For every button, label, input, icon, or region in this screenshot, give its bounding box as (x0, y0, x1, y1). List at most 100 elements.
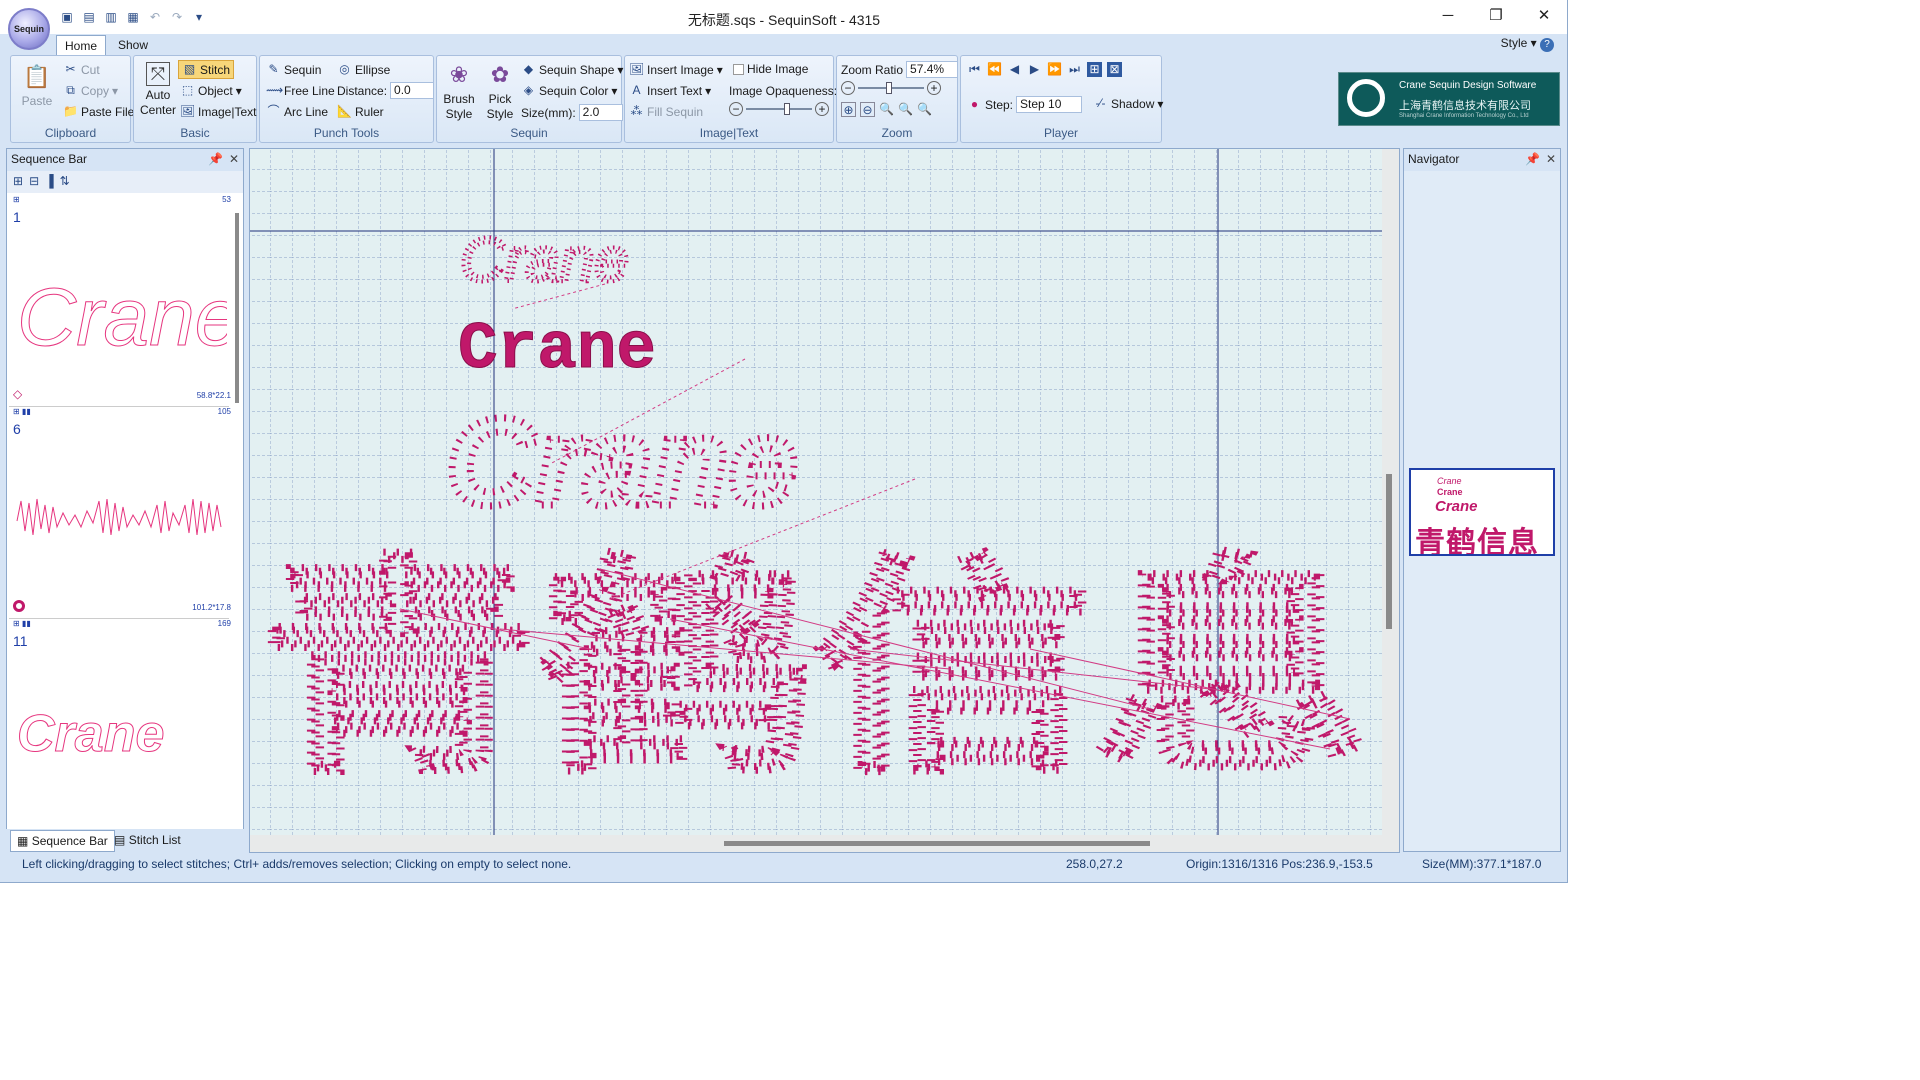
zoom-out-circle-icon[interactable]: − (841, 81, 855, 95)
arc-line-button[interactable]: ⌒ Arc Line (266, 104, 328, 119)
sequence-item[interactable]: ⊞ ▮▮ 169 11 Crane (9, 619, 231, 819)
sequence-item[interactable]: ⊞ ▮▮ 105 6 101.2*17.8 (9, 407, 231, 618)
plus-icon[interactable]: + (815, 102, 829, 116)
add-sequence-icon[interactable]: ⊞ (13, 174, 23, 190)
design-canvas[interactable]: Crane Crane Crane 青鹤信息 (249, 148, 1400, 853)
stitch-button[interactable]: ▧ Stitch (178, 60, 235, 79)
zoom-actual-icon[interactable]: 🔍 (898, 102, 913, 117)
undo-icon[interactable]: ↶ (146, 8, 164, 26)
fast-forward-icon[interactable]: ⏩ (1047, 62, 1062, 77)
orb-label: Sequin (13, 24, 44, 34)
paste-button[interactable]: 📋 Paste (17, 62, 57, 109)
object-icon: ⬚ (181, 83, 194, 97)
design-text-4: 青鹤信息 (260, 537, 1370, 804)
logo-chinese: 上海青鹤信息技术有限公司 (1399, 100, 1531, 112)
stop-range-icon[interactable]: ⊠ (1107, 62, 1122, 77)
minimize-button[interactable]: ─ (1424, 0, 1472, 32)
slider-thumb[interactable] (784, 103, 790, 115)
step-select[interactable]: Step 10 (1016, 96, 1083, 113)
canvas-svg[interactable]: Crane Crane Crane 青鹤信息 (250, 149, 1400, 853)
ruler-label: Ruler (355, 104, 384, 119)
window-title: 无标题.sqs - SequinSoft - 4315 (687, 12, 881, 28)
expand-icon[interactable]: ⊞ ▮▮ (13, 619, 31, 628)
pin-icon[interactable]: 📌 (208, 152, 223, 166)
fast-back-icon[interactable]: ⏪ (987, 62, 1002, 77)
insert-image-button[interactable]: 🖼 Insert Image ▾ (629, 62, 723, 77)
expand-icon[interactable]: ⊞ ▮▮ (13, 407, 31, 416)
opaqueness-slider[interactable]: − + (729, 102, 829, 116)
app-menu-button[interactable]: Sequin (8, 8, 50, 50)
zoom-slider-track[interactable] (858, 82, 924, 94)
hide-image-checkbox[interactable]: Hide Image (733, 62, 808, 76)
player-group-label: Player (1043, 126, 1078, 140)
distance-input[interactable]: 0.0 (390, 82, 435, 99)
sequin-tool-button[interactable]: ✎ Sequin (266, 62, 321, 77)
cut-button[interactable]: ✂ Cut (63, 62, 99, 77)
vertical-scrollbar (1386, 474, 1392, 629)
tab-sequence-bar[interactable]: ▦ Sequence Bar (10, 830, 115, 852)
print-icon[interactable]: ▤ (80, 8, 98, 26)
merge-sequence-icon[interactable]: ⊟ (29, 174, 39, 190)
shadow-button[interactable]: -⁄- Shadow ▾ (1093, 96, 1164, 111)
pin-icon[interactable]: 📌 (1525, 152, 1540, 166)
zoom-out-icon[interactable]: ⊖ (860, 102, 875, 117)
tab-home[interactable]: Home (56, 35, 107, 56)
tab-show[interactable]: Show (110, 35, 156, 56)
sequence-item[interactable]: ⊞ 53 1 Crane 58.8*22.1 ◇ (9, 195, 231, 406)
zoom-ratio-input[interactable]: 57.4% (906, 61, 959, 78)
sequin-shape-icon: ◆ (523, 62, 534, 76)
ribbon-tabs: Home Show Style ▾ ? (0, 34, 1567, 56)
panel-close-icon[interactable]: ✕ (229, 152, 239, 166)
insert-text-button[interactable]: A Insert Text ▾ (629, 83, 711, 98)
zoom-slider[interactable]: − + (841, 81, 941, 95)
zoom-slider-thumb[interactable] (886, 82, 892, 94)
zoom-in-icon[interactable]: ⊕ (841, 102, 856, 117)
first-icon[interactable]: ⏮ (967, 62, 982, 77)
object-button[interactable]: ⬚ Object ▾ (180, 83, 242, 98)
reorder-icon[interactable]: ⇅ (60, 174, 70, 190)
zoom-in-circle-icon[interactable]: + (927, 81, 941, 95)
free-line-button[interactable]: ⟿ Free Line (266, 83, 335, 98)
design-text-3: Crane (446, 394, 797, 532)
close-button[interactable]: ✕ (1520, 0, 1567, 32)
copy-button[interactable]: ⧉ Copy ▾ (63, 83, 118, 98)
print-preview-icon[interactable]: ▥ (102, 8, 120, 26)
logo-english: Shanghai Crane Information Technology Co… (1399, 113, 1529, 119)
tab-stitch-list[interactable]: ▤ Stitch List (114, 833, 181, 847)
play-range-icon[interactable]: ⊞ (1087, 62, 1102, 77)
brush-style-button[interactable]: ❀ Brush Style (439, 60, 479, 122)
expand-icon[interactable]: ⊞ (13, 195, 20, 204)
sequin-shape-button[interactable]: ◆ Sequin Shape ▾ (521, 62, 624, 77)
last-icon[interactable]: ⏭ (1067, 62, 1082, 77)
customize-icon[interactable]: ▾ (190, 8, 208, 26)
insert-text-icon: A (632, 83, 641, 97)
redo-icon[interactable]: ↷ (168, 8, 186, 26)
ruler-button[interactable]: 📐 Ruler (337, 104, 384, 119)
navigator-preview[interactable]: Crane Crane Crane 青鹤信息 (1409, 468, 1555, 556)
size-control: Size(mm): 2.0 (521, 104, 623, 121)
paste-file-button[interactable]: 📁 Paste File (63, 104, 134, 119)
sequin-color-button[interactable]: ◈ Sequin Color ▾ (521, 83, 618, 98)
fill-sequin-button[interactable]: ⁂ Fill Sequin (629, 104, 704, 119)
image-text-button[interactable]: 🖼 Image|Text (180, 104, 256, 119)
auto-center-button[interactable]: ⤧ Auto Center (138, 62, 178, 118)
restore-button[interactable]: ❐ (1472, 0, 1520, 32)
slider-track[interactable] (746, 103, 812, 115)
back-icon[interactable]: ◀ (1007, 62, 1022, 77)
size-input[interactable]: 2.0 (578, 104, 623, 121)
ellipse-button[interactable]: ◎ Ellipse (337, 62, 390, 77)
pick-style-button[interactable]: ✿ Pick Style (480, 60, 520, 122)
group-basic: ⤧ Auto Center ▧ Stitch ⬚ Object ▾ 🖼 Image|T… (133, 55, 257, 143)
color-sort-icon[interactable]: ▐ (45, 174, 54, 190)
minus-icon[interactable]: − (729, 102, 743, 116)
circle-marker-icon (13, 600, 25, 612)
panel-scrollbar[interactable] (235, 213, 239, 403)
help-icon[interactable]: ? (1540, 38, 1554, 52)
save-icon[interactable]: ▣ (58, 8, 76, 26)
export-icon[interactable]: ▦ (124, 8, 142, 26)
forward-icon[interactable]: ▶ (1027, 62, 1042, 77)
style-menu[interactable]: Style ▾ ? (1501, 36, 1554, 52)
zoom-window-icon[interactable]: 🔍 (917, 102, 932, 117)
zoom-fit-icon[interactable]: 🔍 (879, 102, 894, 117)
panel-close-icon[interactable]: ✕ (1546, 152, 1556, 166)
